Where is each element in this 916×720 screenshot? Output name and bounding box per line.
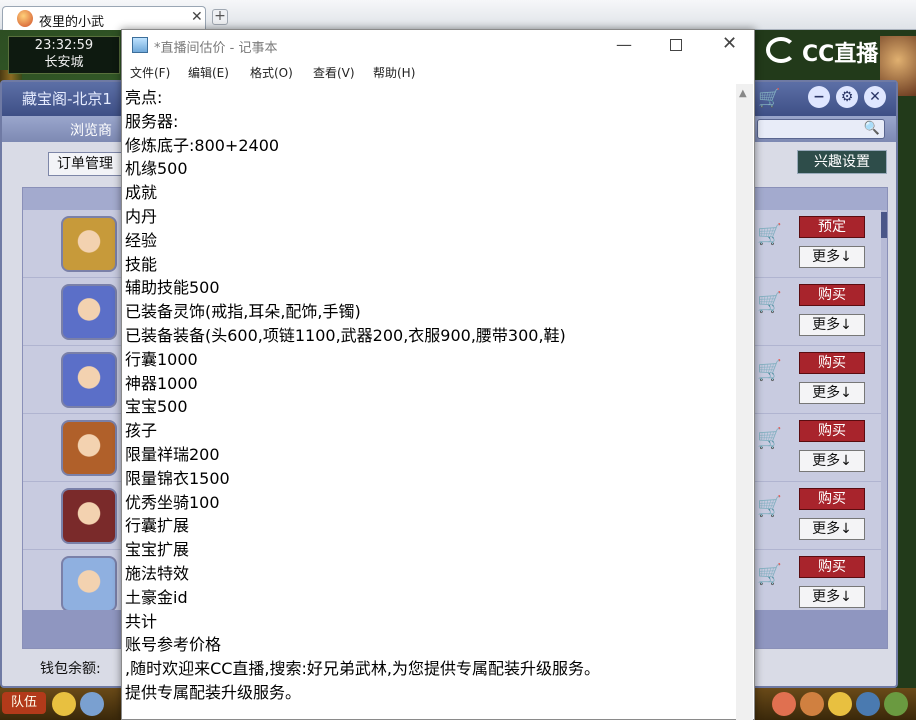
- character-avatar[interactable]: [61, 556, 117, 612]
- cart-icon[interactable]: 🛒: [757, 222, 783, 246]
- scroll-up-icon[interactable]: ▲: [739, 88, 747, 99]
- more-button[interactable]: 更多↓: [799, 314, 865, 336]
- notepad-line: 神器1000: [125, 373, 198, 393]
- cart-icon[interactable]: 🛒: [757, 358, 783, 382]
- browser-tab-bar: 夜里的小武 ✕ +: [0, 0, 916, 30]
- more-button[interactable]: 更多↓: [799, 450, 865, 472]
- buy-button[interactable]: 购买: [799, 556, 865, 578]
- notepad-line: 辅助技能500: [125, 278, 220, 298]
- buy-button[interactable]: 购买: [799, 420, 865, 442]
- notepad-line: 机缘500: [125, 159, 188, 179]
- notepad-line: 服务器:: [125, 111, 179, 131]
- character-avatar[interactable]: [61, 352, 117, 408]
- cart-icon[interactable]: 🛒: [757, 426, 783, 450]
- browse-tab[interactable]: 浏览商: [70, 120, 112, 140]
- tab-close-icon[interactable]: ✕: [191, 9, 203, 25]
- friend-icon[interactable]: [884, 692, 908, 716]
- cart-icon[interactable]: 🛒: [757, 290, 783, 314]
- close-icon[interactable]: ✕: [722, 33, 737, 54]
- notepad-line: 提供专属配装升级服务。: [125, 682, 302, 702]
- cc-live-logo: CC直播: [766, 36, 896, 67]
- more-button[interactable]: 更多↓: [799, 246, 865, 268]
- emote-icon[interactable]: [828, 692, 852, 716]
- notepad-line: 限量祥瑞200: [125, 444, 220, 464]
- buy-button[interactable]: 预定: [799, 216, 865, 238]
- minimize-icon[interactable]: −: [808, 86, 830, 108]
- maximize-icon[interactable]: [670, 39, 682, 51]
- more-button[interactable]: 更多↓: [799, 382, 865, 404]
- notepad-line: 行囊扩展: [125, 516, 190, 536]
- notepad-title: *直播间估价 - 记事本: [154, 41, 278, 56]
- new-tab-button[interactable]: +: [212, 9, 228, 25]
- notepad-line: 宝宝扩展: [125, 540, 190, 560]
- notepad-titlebar: *直播间估价 - 记事本 — ✕: [122, 30, 754, 60]
- search-icon[interactable]: 🔍: [864, 121, 880, 136]
- system-icon[interactable]: [856, 692, 880, 716]
- list-scroll-thumb[interactable]: [881, 212, 887, 238]
- tab-title: 夜里的小武: [39, 15, 105, 30]
- game-clock: 23:32:59 长安城: [8, 36, 120, 74]
- cart-icon[interactable]: 🛒: [757, 562, 783, 586]
- character-avatar[interactable]: [61, 488, 117, 544]
- notepad-line: 行囊1000: [125, 349, 198, 369]
- close-icon[interactable]: ✕: [864, 86, 886, 108]
- team-button[interactable]: 队伍: [2, 692, 46, 714]
- chat-icon[interactable]: [80, 692, 104, 716]
- notepad-icon: [132, 37, 148, 53]
- buy-button[interactable]: 购买: [799, 488, 865, 510]
- notepad-line: 孩子: [125, 421, 158, 441]
- notepad-line: 技能: [125, 254, 158, 274]
- cart-icon[interactable]: 🛒: [757, 494, 783, 518]
- notepad-line: 已装备灵饰(戒指,耳朵,配饰,手镯): [125, 302, 361, 322]
- notepad-line: 成就: [125, 183, 158, 203]
- pet-icon[interactable]: [800, 692, 824, 716]
- notepad-line: 修炼底子:800+2400: [125, 135, 280, 155]
- clock-time: 23:32:59: [34, 38, 94, 53]
- menu-help[interactable]: 帮助(H): [373, 64, 415, 81]
- notepad-vertical-scrollbar[interactable]: ▲: [736, 84, 753, 720]
- notepad-line: 宝宝500: [125, 397, 188, 417]
- notepad-line: 已装备装备(头600,项链1100,武器200,衣服900,腰带300,鞋): [125, 325, 566, 345]
- wallet-balance-label: 钱包余额:: [40, 661, 101, 677]
- more-button[interactable]: 更多↓: [799, 586, 865, 608]
- trade-window-title: 藏宝阁-北京1: [22, 90, 112, 108]
- notepad-line: 经验: [125, 230, 158, 250]
- menu-file[interactable]: 文件(F): [130, 64, 170, 81]
- notepad-window: *直播间估价 - 记事本 — ✕ 文件(F) 编辑(E) 格式(O) 查看(V)…: [121, 29, 755, 720]
- game-favicon-icon: [17, 10, 33, 27]
- trade-search-input[interactable]: 🔍: [757, 119, 885, 139]
- notepad-line: 亮点:: [125, 88, 163, 107]
- interest-settings-button[interactable]: 兴趣设置: [797, 150, 887, 174]
- buy-button[interactable]: 购买: [799, 284, 865, 306]
- more-button[interactable]: 更多↓: [799, 518, 865, 540]
- notepad-line: 内丹: [125, 206, 158, 226]
- cc-logo-icon: [766, 37, 796, 63]
- order-management-button[interactable]: 订单管理: [48, 152, 128, 176]
- notepad-line: ,随时欢迎来CC直播,搜索:好兄弟武林,为您提供专属配装升级服务。: [125, 659, 600, 679]
- cc-logo-text: CC直播: [802, 42, 879, 67]
- microphone-icon[interactable]: [52, 692, 76, 716]
- character-avatar[interactable]: [61, 216, 117, 272]
- city-name: 长安城: [44, 55, 84, 70]
- notepad-line: 施法特效: [125, 563, 190, 583]
- item-icon[interactable]: [772, 692, 796, 716]
- notepad-line: 优秀坐骑100: [125, 492, 220, 512]
- character-avatar[interactable]: [61, 284, 117, 340]
- notepad-line: 限量锦衣1500: [125, 468, 230, 488]
- notepad-text-area[interactable]: 亮点: 服务器: 修炼底子:800+2400 机缘500 成就内丹经验技能辅助技能500…: [125, 86, 737, 720]
- header-cart-icon[interactable]: 🛒: [758, 88, 780, 109]
- character-avatar[interactable]: [61, 420, 117, 476]
- notepad-line: 土豪金id: [125, 587, 188, 607]
- buy-button[interactable]: 购买: [799, 352, 865, 374]
- menu-edit[interactable]: 编辑(E): [188, 64, 229, 81]
- menu-format[interactable]: 格式(O): [250, 64, 293, 81]
- notepad-line: 账号参考价格: [125, 635, 222, 655]
- notepad-line: 共计: [125, 611, 158, 631]
- notepad-menubar: 文件(F) 编辑(E) 格式(O) 查看(V) 帮助(H): [122, 60, 754, 84]
- menu-view[interactable]: 查看(V): [313, 64, 355, 81]
- browser-tab[interactable]: 夜里的小武 ✕: [2, 6, 206, 30]
- settings-gear-icon[interactable]: ⚙: [836, 86, 858, 108]
- list-scrollbar[interactable]: [881, 210, 887, 610]
- minimize-icon[interactable]: —: [616, 35, 632, 54]
